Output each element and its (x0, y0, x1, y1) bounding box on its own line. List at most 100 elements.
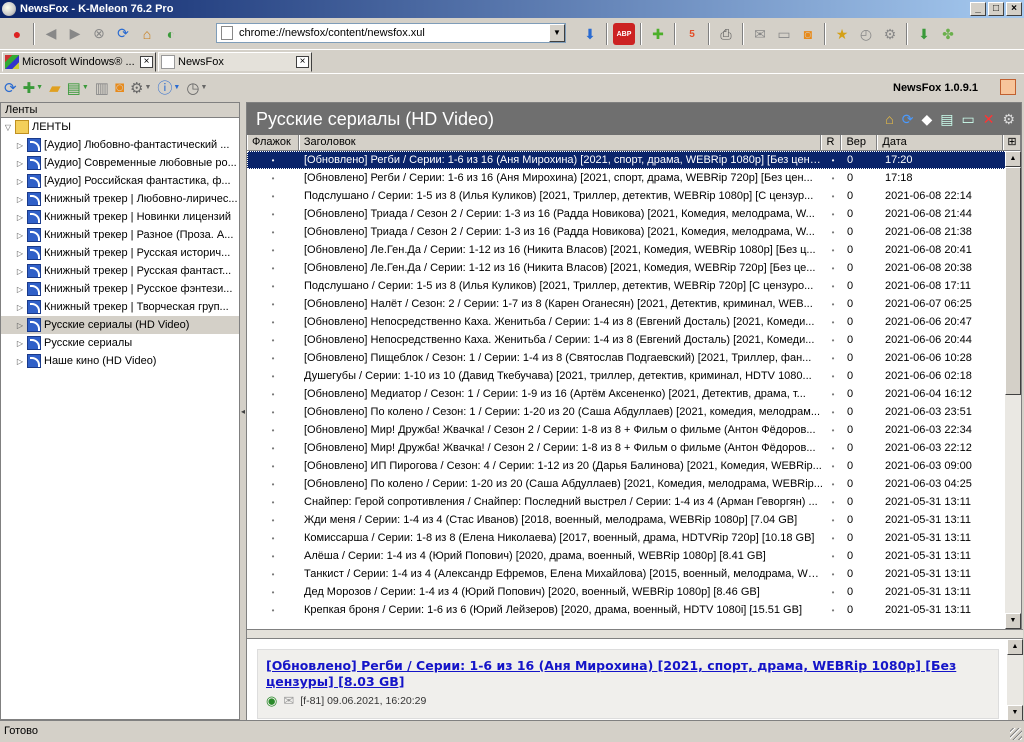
article-row[interactable]: • [Обновлено] Непосредственно Каха. Женит… (247, 313, 1021, 331)
article-row[interactable]: • [Обновлено] По колено / Сезон: 1 / Сери… (247, 403, 1021, 421)
read-cell[interactable]: • (823, 228, 843, 237)
read-cell[interactable]: • (823, 174, 843, 183)
expand-icon[interactable]: ▷ (15, 321, 25, 330)
column-probability[interactable]: Вер (841, 135, 878, 150)
resize-grip[interactable] (1010, 728, 1022, 740)
flag-cell[interactable]: • (247, 210, 299, 219)
close-tab-icon[interactable]: × (296, 56, 309, 68)
scroll-up-button[interactable]: ▲ (1005, 151, 1021, 167)
minimize-button[interactable]: _ (970, 2, 986, 16)
expand-icon[interactable]: ▷ (15, 159, 25, 168)
cancel-icon[interactable]: ⊗ (88, 23, 110, 45)
article-row[interactable]: • Душегубы / Серии: 1-10 из 10 (Давид Тке… (247, 367, 1021, 385)
expand-icon[interactable]: ▷ (15, 267, 25, 276)
clock-icon[interactable]: ◷ ▼ (186, 79, 207, 97)
html5-icon[interactable]: 5 (681, 23, 703, 45)
article-row[interactable]: • [Обновлено] Регби / Серии: 1-6 из 16 (А… (247, 151, 1021, 169)
scroll-down-button[interactable]: ▼ (1007, 705, 1023, 721)
feeds-root[interactable]: ▽ ЛЕНТЫ (1, 118, 239, 136)
refresh-feeds-icon[interactable]: ⟳ (4, 79, 17, 97)
read-cell[interactable]: • (823, 408, 843, 417)
torrent-link-icon[interactable]: ◉ (266, 693, 277, 709)
flag-cell[interactable]: • (247, 444, 299, 453)
expand-icon[interactable]: ▷ (15, 357, 25, 366)
article-row[interactable]: • Снайпер: Герой сопротивления / Снайпер:… (247, 493, 1021, 511)
flag-cell[interactable]: • (247, 228, 299, 237)
article-row[interactable]: • [Обновлено] Медиатор / Сезон: 1 / Серии… (247, 385, 1021, 403)
options-gear-icon[interactable]: ⚙ ▼ (130, 79, 151, 97)
back-arrow-icon[interactable]: ◀ (40, 23, 62, 45)
expand-icon[interactable]: ▷ (15, 177, 25, 186)
expand-icon[interactable]: ▷ (15, 141, 25, 150)
adblock-icon[interactable]: ABP (613, 23, 635, 45)
read-cell[interactable]: • (823, 318, 843, 327)
article-list-scrollbar[interactable]: ▲ ▼ (1005, 151, 1021, 629)
article-row[interactable]: • [Обновлено] Триада / Сезон 2 / Серии: 1… (247, 205, 1021, 223)
read-cell[interactable]: • (823, 390, 843, 399)
article-row[interactable]: • Комиссарша / Серии: 1-8 из 8 (Елена Ник… (247, 529, 1021, 547)
stop-icon[interactable]: ● (6, 23, 28, 45)
read-cell[interactable]: • (823, 516, 843, 525)
expand-icon[interactable]: ▷ (15, 213, 25, 222)
read-cell[interactable]: • (823, 462, 843, 471)
page-info-icon[interactable]: ▭ (773, 23, 795, 45)
maximize-button[interactable]: □ (988, 2, 1004, 16)
read-cell[interactable]: • (823, 444, 843, 453)
sidebar-feed-item[interactable]: ▷ Книжный трекер | Русская историч... (1, 244, 239, 262)
flag-cell[interactable]: • (247, 408, 299, 417)
kmeleon-logo-icon[interactable]: ◐ (160, 23, 182, 45)
preview-scrollbar[interactable]: ▲ ▼ (1007, 639, 1023, 721)
scroll-down-button[interactable]: ▼ (1005, 613, 1021, 629)
tab-newsfox[interactable]: NewsFox × (158, 52, 312, 72)
flag-cell[interactable]: • (247, 498, 299, 507)
article-row[interactable]: • [Обновлено] ИП Пирогова / Сезон: 4 / Се… (247, 457, 1021, 475)
column-flag[interactable]: Флажок (247, 135, 299, 150)
sidebar-feed-item[interactable]: ▷ [Аудио] Любовно-фантастический ... (1, 136, 239, 154)
flag-cell[interactable]: • (247, 588, 299, 597)
close-tab-icon[interactable]: × (140, 56, 153, 68)
print-feed-icon[interactable]: ▥ (95, 79, 109, 97)
mail-icon[interactable]: ✉ (749, 23, 771, 45)
page-icon[interactable]: ▭ (961, 111, 974, 128)
sidebar-feed-item[interactable]: ▷ [Аудио] Российская фантастика, ф... (1, 172, 239, 190)
collapse-icon[interactable]: ▽ (3, 123, 13, 132)
article-row[interactable]: • [Обновлено] Пищеблок / Сезон: 1 / Серии… (247, 349, 1021, 367)
article-row[interactable]: • Крепкая броня / Серии: 1-6 из 6 (Юрий Л… (247, 601, 1021, 619)
home-icon[interactable]: ⌂ (885, 111, 893, 128)
expand-icon[interactable]: ▷ (15, 195, 25, 204)
info-icon[interactable]: ⓘ ▼ (157, 77, 180, 98)
expand-icon[interactable]: ▷ (15, 303, 25, 312)
read-cell[interactable]: • (823, 480, 843, 489)
preview-title-link[interactable]: [Обновлено] Регби / Серии: 1-6 из 16 (Ан… (266, 658, 991, 690)
column-date[interactable]: Дата (877, 135, 1004, 150)
article-row[interactable]: • [Обновлено] Налёт / Сезон: 2 / Серии: 1… (247, 295, 1021, 313)
flag-cell[interactable]: • (247, 390, 299, 399)
url-dropdown-button[interactable]: ▼ (549, 24, 565, 42)
read-cell[interactable]: • (823, 264, 843, 273)
flag-cell[interactable]: • (247, 552, 299, 561)
column-title[interactable]: Заголовок (298, 135, 822, 150)
read-cell[interactable]: • (823, 336, 843, 345)
print-icon[interactable]: ⎙ (715, 23, 737, 45)
url-bar[interactable]: ▼ (216, 23, 566, 43)
read-cell[interactable]: • (823, 552, 843, 561)
flag-cell[interactable]: • (247, 372, 299, 381)
read-cell[interactable]: • (823, 588, 843, 597)
flag-cell[interactable]: • (247, 300, 299, 309)
rss-icon[interactable]: ◙ (797, 23, 819, 45)
reload-icon[interactable]: ⟳ (112, 23, 134, 45)
extensions-puzzle-icon[interactable]: ✚ (647, 23, 669, 45)
sidebar-feed-item[interactable]: ▷ Книжный трекер | Русская фантаст... (1, 262, 239, 280)
flag-cell[interactable]: • (247, 516, 299, 525)
flag-cell[interactable]: • (247, 336, 299, 345)
article-row[interactable]: • Подслушано / Серии: 1-5 из 8 (Илья Кули… (247, 277, 1021, 295)
url-input[interactable] (239, 27, 549, 39)
settings-gear-icon[interactable]: ⚙ (879, 23, 901, 45)
article-row[interactable]: • [Обновлено] Триада / Сезон 2 / Серии: 1… (247, 223, 1021, 241)
sidebar-feed-item[interactable]: ▷ Книжный трекер | Творческая груп... (1, 298, 239, 316)
article-row[interactable]: • [Обновлено] Мир! Дружба! Жвачка! / Сезо… (247, 439, 1021, 457)
article-row[interactable]: • Жди меня / Серии: 1-4 из 4 (Стас Иванов… (247, 511, 1021, 529)
tab-microsoft-windows[interactable]: Microsoft Windows® ... × (2, 52, 156, 72)
sidebar-feed-item[interactable]: ▷ Русские сериалы (HD Video) (1, 316, 239, 334)
column-picker-icon[interactable]: ⊞ (1003, 135, 1021, 150)
